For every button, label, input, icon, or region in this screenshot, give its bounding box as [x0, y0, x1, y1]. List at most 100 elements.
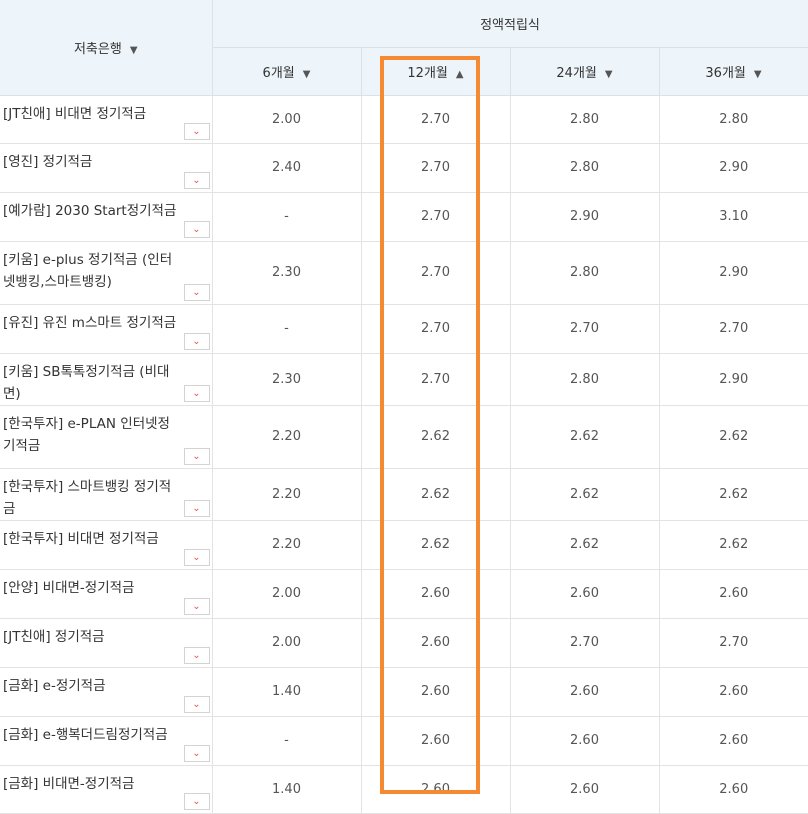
rate-cell: 2.62 [658, 520, 808, 570]
expand-dropdown-button[interactable] [183, 646, 210, 664]
expand-dropdown-button[interactable] [183, 499, 210, 517]
table-row: [영진] 정기적금 2.402.702.802.90 [0, 143, 808, 193]
product-name: [한국투자] 비대면 정기적금 [3, 530, 159, 547]
rate-cell: - [211, 304, 361, 354]
rate-cell: 2.80 [509, 143, 659, 193]
rate-cell: 2.60 [360, 716, 510, 766]
product-name: [키움] SB톡톡정기적금 (비대면) [3, 363, 170, 402]
expand-dropdown-button[interactable] [183, 695, 210, 713]
expand-dropdown-button[interactable] [183, 597, 210, 615]
product-name: [키움] e-plus 정기적금 (인터넷뱅킹,스마트뱅킹) [3, 251, 173, 290]
rate-cell: 2.80 [658, 95, 808, 144]
table-row: [유진] 유진 m스마트 정기적금-2.702.702.70 [0, 304, 808, 354]
rate-table: 저축은행 ▼ 정액적립식 6개월 ▼ 12개월 ▲ 24개월 ▼ 36개월 ▼ [JT친애… [0, 0, 808, 814]
rate-cell: 2.80 [509, 353, 659, 406]
rate-cell: 2.70 [360, 241, 510, 305]
product-cell: [키움] e-plus 정기적금 (인터넷뱅킹,스마트뱅킹) [0, 241, 212, 305]
product-name: [JT친애] 정기적금 [3, 628, 105, 645]
term-header-6m[interactable]: 6개월 ▼ [211, 47, 362, 96]
rate-cell: 2.62 [360, 520, 510, 570]
product-cell: [안양] 비대면-정기적금 [0, 569, 212, 619]
table-body: [JT친애] 비대면 정기적금2.002.702.802.80[영진] 정기적금… [0, 95, 808, 814]
product-cell: [영진] 정기적금 [0, 143, 212, 193]
table-row: [한국투자] 스마트뱅킹 정기적금2.202.622.622.62 [0, 468, 808, 521]
term-header-12m[interactable]: 12개월 ▲ [360, 47, 511, 96]
expand-dropdown-button[interactable] [183, 283, 210, 301]
rate-cell: 2.80 [509, 95, 659, 144]
term-header-36m[interactable]: 36개월 ▼ [658, 47, 808, 96]
rate-cell: 2.60 [360, 618, 510, 668]
rate-cell: 2.30 [211, 353, 361, 406]
table-row: [예가람] 2030 Start정기적금 -2.702.903.10 [0, 192, 808, 242]
rate-cell: 2.62 [509, 405, 659, 469]
expand-dropdown-button[interactable] [183, 332, 210, 350]
product-cell: [금화] e-행복더드림정기적금 [0, 716, 212, 766]
rate-cell: 2.70 [360, 143, 510, 193]
rate-cell: 2.60 [658, 569, 808, 619]
rate-cell: 1.40 [211, 765, 361, 814]
table-row: [JT친애] 정기적금2.002.602.702.70 [0, 618, 808, 668]
rate-cell: 2.20 [211, 520, 361, 570]
expand-dropdown-button[interactable] [183, 744, 210, 762]
table-row: [키움] e-plus 정기적금 (인터넷뱅킹,스마트뱅킹)2.302.702.… [0, 241, 808, 305]
rate-cell: 2.62 [360, 405, 510, 469]
product-cell: [JT친애] 비대면 정기적금 [0, 95, 212, 144]
rate-cell: 2.60 [509, 569, 659, 619]
product-name: [금화] e-행복더드림정기적금 [3, 726, 168, 743]
product-cell: [한국투자] e-PLAN 인터넷정기적금 [0, 405, 212, 469]
product-name: [안양] 비대면-정기적금 [3, 579, 135, 596]
rate-cell: 2.62 [509, 520, 659, 570]
product-cell: [한국투자] 스마트뱅킹 정기적금 [0, 468, 212, 521]
product-name: [한국투자] 스마트뱅킹 정기적금 [3, 478, 172, 517]
rate-cell: 2.70 [360, 95, 510, 144]
product-cell: [JT친애] 정기적금 [0, 618, 212, 668]
expand-dropdown-button[interactable] [183, 384, 210, 402]
expand-dropdown-button[interactable] [183, 220, 210, 238]
expand-dropdown-button[interactable] [183, 792, 210, 810]
rate-cell: 2.00 [211, 95, 361, 144]
table-row: [금화] e-행복더드림정기적금-2.602.602.60 [0, 716, 808, 766]
rate-cell: 2.20 [211, 405, 361, 469]
rate-cell: 2.00 [211, 569, 361, 619]
expand-dropdown-button[interactable] [183, 447, 210, 465]
bank-header-label: 저축은행 [73, 41, 122, 57]
rate-cell: 2.62 [658, 468, 808, 521]
rate-cell: 2.60 [509, 716, 659, 766]
rate-cell: 2.70 [360, 353, 510, 406]
rate-cell: 2.70 [360, 192, 510, 242]
rate-cell: 2.90 [658, 241, 808, 305]
rate-cell: 2.80 [509, 241, 659, 305]
fixed-installment-header: 정액적립식 [211, 0, 808, 48]
rate-cell: 2.60 [509, 667, 659, 717]
savings-rate-table: 저축은행 ▼ 정액적립식 6개월 ▼ 12개월 ▲ 24개월 ▼ 36개월 ▼ [JT친애… [0, 0, 808, 814]
sort-down-icon: ▼ [604, 68, 613, 80]
table-row: [JT친애] 비대면 정기적금2.002.702.802.80 [0, 95, 808, 144]
product-cell: [금화] 비대면-정기적금 [0, 765, 212, 814]
rate-cell: 2.00 [211, 618, 361, 668]
expand-dropdown-button[interactable] [183, 122, 210, 140]
table-row: [금화] e-정기적금1.402.602.602.60 [0, 667, 808, 717]
table-row: [한국투자] 비대면 정기적금2.202.622.622.62 [0, 520, 808, 570]
bank-column-header[interactable]: 저축은행 ▼ [0, 0, 213, 96]
product-name: [한국투자] e-PLAN 인터넷정기적금 [3, 415, 170, 454]
rate-cell: - [211, 716, 361, 766]
rate-cell: 2.90 [658, 353, 808, 406]
rate-cell: 2.60 [658, 765, 808, 814]
table-row: [한국투자] e-PLAN 인터넷정기적금2.202.622.622.62 [0, 405, 808, 469]
rate-cell: 2.62 [658, 405, 808, 469]
rate-cell: 2.90 [658, 143, 808, 193]
term-label: 24개월 [556, 65, 597, 81]
rate-cell: 2.70 [658, 304, 808, 354]
rate-cell: 2.60 [360, 569, 510, 619]
rate-cell: 2.70 [658, 618, 808, 668]
product-name: [금화] e-정기적금 [3, 677, 106, 694]
expand-dropdown-button[interactable] [183, 548, 210, 566]
rate-cell: 3.10 [658, 192, 808, 242]
group-header-label: 정액적립식 [480, 17, 540, 33]
expand-dropdown-button[interactable] [183, 171, 210, 189]
product-cell: [유진] 유진 m스마트 정기적금 [0, 304, 212, 354]
rate-cell: 2.70 [509, 618, 659, 668]
rate-cell: 2.62 [509, 468, 659, 521]
rate-cell: 2.60 [658, 667, 808, 717]
term-header-24m[interactable]: 24개월 ▼ [509, 47, 660, 96]
